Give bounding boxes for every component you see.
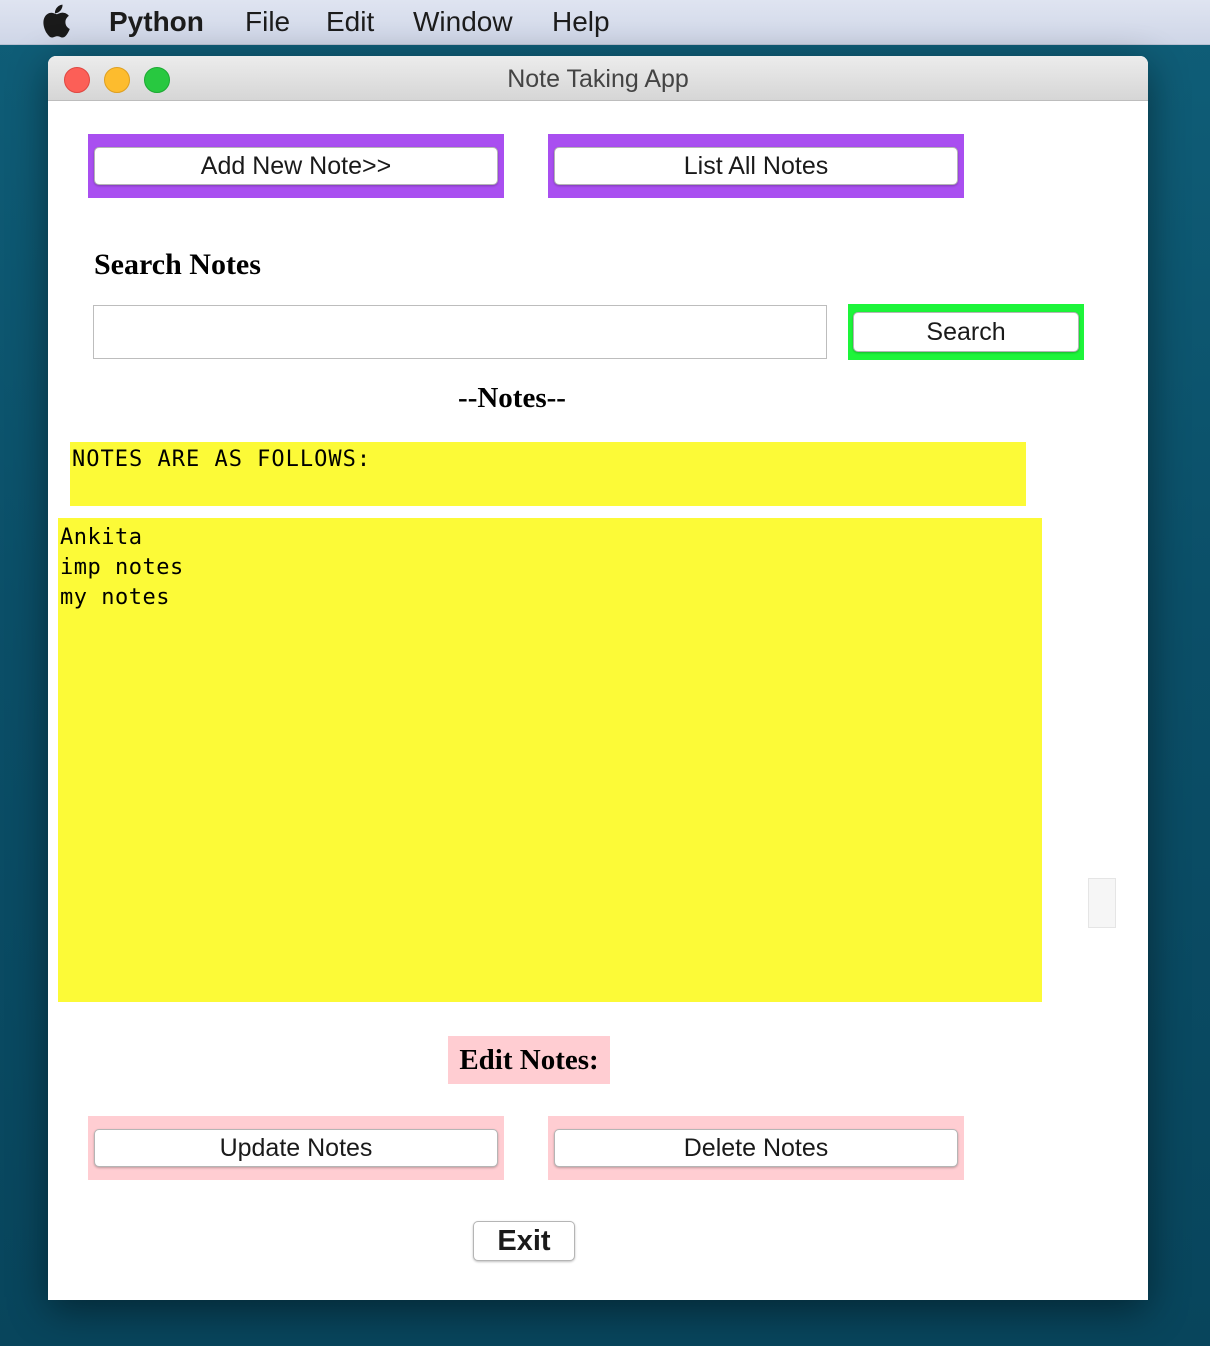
- list-all-notes-button[interactable]: List All Notes: [554, 147, 958, 185]
- list-item[interactable]: Ankita: [60, 523, 1042, 553]
- update-notes-button[interactable]: Update Notes: [94, 1129, 498, 1167]
- title-bar: Note Taking App: [48, 56, 1148, 101]
- menu-window[interactable]: Window: [413, 5, 513, 39]
- menu-help[interactable]: Help: [552, 5, 610, 39]
- menu-app-name[interactable]: Python: [109, 5, 204, 39]
- menu-file[interactable]: File: [245, 5, 290, 39]
- update-notes-frame: Update Notes: [88, 1116, 504, 1180]
- search-button[interactable]: Search: [853, 312, 1079, 352]
- exit-button[interactable]: Exit: [473, 1221, 575, 1261]
- notes-header-text: NOTES ARE AS FOLLOWS:: [72, 447, 372, 472]
- search-button-frame: Search: [848, 304, 1084, 360]
- app-window: Note Taking App Add New Note>> List All …: [48, 56, 1148, 1300]
- scrollbar[interactable]: [1088, 878, 1116, 928]
- list-notes-frame: List All Notes: [548, 134, 964, 198]
- notes-listbox[interactable]: Ankita imp notes my notes: [58, 518, 1042, 1002]
- window-content: Add New Note>> List All Notes Search Not…: [48, 100, 1148, 1300]
- search-input[interactable]: [93, 305, 827, 359]
- window-title: Note Taking App: [507, 65, 689, 93]
- delete-notes-frame: Delete Notes: [548, 1116, 964, 1180]
- apple-icon[interactable]: [40, 4, 70, 38]
- menu-bar: Python File Edit Window Help: [0, 0, 1210, 45]
- list-item[interactable]: imp notes: [60, 553, 1042, 583]
- add-note-frame: Add New Note>>: [88, 134, 504, 198]
- notes-heading: --Notes--: [458, 382, 566, 414]
- menu-edit[interactable]: Edit: [326, 5, 374, 39]
- add-new-note-button[interactable]: Add New Note>>: [94, 147, 498, 185]
- notes-header-box: NOTES ARE AS FOLLOWS:: [70, 442, 1026, 506]
- edit-notes-label: Edit Notes:: [448, 1036, 610, 1084]
- search-notes-title: Search Notes: [94, 248, 261, 281]
- delete-notes-button[interactable]: Delete Notes: [554, 1129, 958, 1167]
- list-item[interactable]: my notes: [60, 583, 1042, 613]
